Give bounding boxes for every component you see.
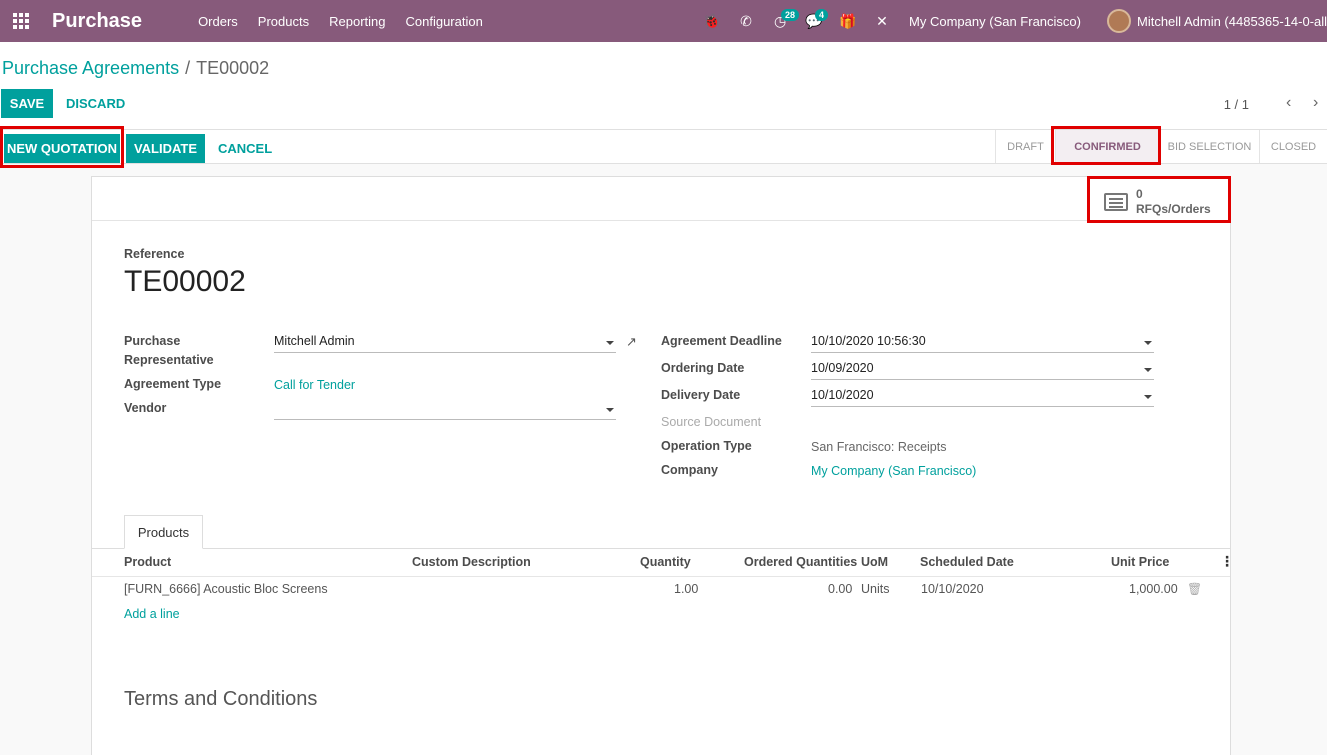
- stage-closed[interactable]: CLOSED: [1259, 130, 1327, 163]
- purchase-rep-label-line2: Representative: [124, 353, 214, 367]
- cancel-button[interactable]: CANCEL: [218, 134, 272, 163]
- col-unit-price[interactable]: Unit Price: [1111, 555, 1169, 569]
- stage-confirmed[interactable]: CONFIRMED: [1055, 130, 1159, 163]
- breadcrumb-current: TE00002: [196, 58, 270, 78]
- row-uom[interactable]: Units: [861, 582, 889, 596]
- breadcrumb-separator: /: [185, 58, 191, 78]
- row-scheduled-date[interactable]: 10/10/2020: [921, 582, 984, 596]
- pager-previous-icon[interactable]: ‹: [1286, 94, 1291, 112]
- col-custom-description[interactable]: Custom Description: [412, 555, 531, 569]
- status-bar: NEW QUOTATION VALIDATE CANCEL DRAFT CONF…: [0, 130, 1327, 164]
- agreement-deadline-label: Agreement Deadline: [661, 334, 782, 348]
- stage-bid-selection[interactable]: BID SELECTION: [1159, 130, 1259, 163]
- agreement-type-value[interactable]: Call for Tender: [274, 378, 355, 392]
- chevron-down-icon[interactable]: [1144, 341, 1152, 345]
- operation-type-value: San Francisco: Receipts: [811, 440, 947, 454]
- operation-type-label: Operation Type: [661, 439, 752, 453]
- activity-clock-icon[interactable]: ◷ 28: [763, 0, 800, 42]
- agreement-deadline-value: 10/10/2020 10:56:30: [811, 334, 926, 348]
- delivery-date-value: 10/10/2020: [811, 388, 874, 402]
- ordering-date-field[interactable]: 10/09/2020: [811, 358, 1154, 380]
- ordering-date-label: Ordering Date: [661, 361, 745, 375]
- col-scheduled-date[interactable]: Scheduled Date: [920, 555, 1014, 569]
- rfqs-count: 0: [1136, 187, 1143, 201]
- add-a-line-link[interactable]: Add a line: [124, 607, 180, 621]
- agreement-type-label: Agreement Type: [124, 377, 222, 391]
- stage-draft[interactable]: DRAFT: [995, 130, 1055, 163]
- reference-label: Reference: [124, 247, 185, 261]
- external-link-icon[interactable]: ↗: [626, 334, 637, 350]
- trash-icon[interactable]: 🗑: [1187, 582, 1202, 596]
- purchase-rep-label-line1: Purchase: [124, 334, 181, 348]
- phone-icon[interactable]: ✆: [729, 0, 763, 42]
- vendor-label: Vendor: [124, 401, 167, 415]
- source-document-label: Source Document: [661, 415, 762, 429]
- breadcrumb: Purchase Agreements / TE00002: [2, 58, 269, 79]
- chevron-down-icon[interactable]: [1144, 395, 1152, 399]
- pager-value: 1 / 1: [1223, 97, 1249, 112]
- apps-menu-icon[interactable]: [0, 0, 42, 42]
- button-box: 0 RFQs/Orders: [92, 177, 1230, 221]
- rfqs-label: RFQs/Orders: [1136, 202, 1211, 216]
- user-avatar[interactable]: [1107, 9, 1131, 33]
- company-label: Company: [661, 463, 718, 477]
- menu-orders[interactable]: Orders: [198, 14, 238, 29]
- reference-value: TE00002: [124, 265, 246, 298]
- bug-icon[interactable]: 🐞: [695, 0, 729, 42]
- new-quotation-button[interactable]: NEW QUOTATION: [4, 134, 120, 163]
- column-options-icon[interactable]: ⋮: [1220, 553, 1234, 570]
- messages-badge: 4: [815, 9, 829, 21]
- top-navbar: Purchase Orders Products Reporting Confi…: [0, 0, 1327, 42]
- company-value[interactable]: My Company (San Francisco): [811, 464, 976, 478]
- row-ordered: 0.00: [828, 582, 853, 596]
- delivery-date-field[interactable]: 10/10/2020: [811, 385, 1154, 407]
- row-unit-price[interactable]: 1,000.00: [1129, 582, 1178, 596]
- purchase-rep-value: Mitchell Admin: [274, 334, 355, 348]
- breadcrumb-parent[interactable]: Purchase Agreements: [2, 58, 179, 78]
- list-icon: [1104, 193, 1128, 211]
- col-product[interactable]: Product: [124, 555, 171, 569]
- purchase-rep-field[interactable]: Mitchell Admin: [274, 331, 616, 353]
- company-switcher[interactable]: My Company (San Francisco): [909, 14, 1081, 29]
- ordering-date-value: 10/09/2020: [811, 361, 874, 375]
- form-sheet: 0 RFQs/Orders Reference TE00002 Purchase…: [91, 176, 1234, 755]
- chevron-down-icon[interactable]: [1144, 368, 1152, 372]
- col-ordered-quantities[interactable]: Ordered Quantities: [744, 555, 857, 569]
- header-divider: [92, 576, 1230, 577]
- chevron-down-icon[interactable]: [606, 341, 614, 345]
- menu-configuration[interactable]: Configuration: [405, 14, 482, 29]
- discard-button[interactable]: DISCARD: [66, 89, 125, 118]
- validate-button[interactable]: VALIDATE: [126, 134, 205, 163]
- menu-reporting[interactable]: Reporting: [329, 14, 385, 29]
- menu-products[interactable]: Products: [258, 14, 309, 29]
- agreement-deadline-field[interactable]: 10/10/2020 10:56:30: [811, 331, 1154, 353]
- pager-next-icon[interactable]: ›: [1313, 94, 1318, 112]
- tab-products[interactable]: Products: [124, 515, 203, 549]
- vendor-field[interactable]: [274, 398, 616, 420]
- messages-icon[interactable]: 💬 4: [797, 0, 831, 42]
- app-name[interactable]: Purchase: [52, 10, 142, 33]
- save-button[interactable]: SAVE: [1, 89, 53, 118]
- chevron-down-icon[interactable]: [606, 408, 614, 412]
- delivery-date-label: Delivery Date: [661, 388, 741, 402]
- control-panel: Purchase Agreements / TE00002 SAVE DISCARD…: [0, 42, 1327, 130]
- tab-divider: [92, 548, 1230, 549]
- col-quantity[interactable]: Quantity: [640, 555, 691, 569]
- terms-title: Terms and Conditions: [124, 688, 318, 710]
- tools-icon[interactable]: ✕: [865, 0, 899, 42]
- systray: 🐞 ✆ ◷ 28 💬 4 🎁 ✕ My Company (San Francisco…: [695, 0, 1327, 42]
- row-product[interactable]: [FURN_6666] Acoustic Bloc Screens: [124, 582, 328, 596]
- gift-icon[interactable]: 🎁: [831, 0, 865, 42]
- user-menu[interactable]: Mitchell Admin (4485365-14-0-all: [1137, 14, 1327, 29]
- rfqs-orders-smart-button[interactable]: 0 RFQs/Orders: [1092, 185, 1222, 219]
- row-quantity[interactable]: 1.00: [674, 582, 698, 596]
- col-uom[interactable]: UoM: [861, 555, 888, 569]
